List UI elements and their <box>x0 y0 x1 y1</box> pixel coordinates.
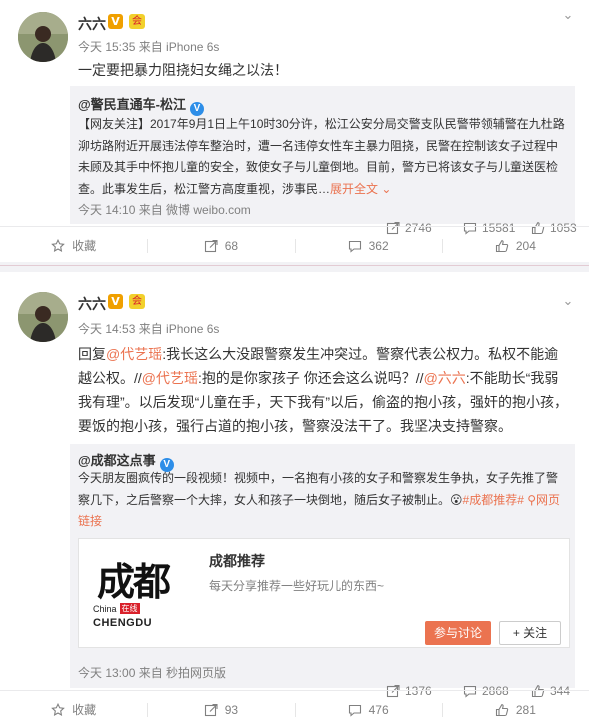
post-text: 回复@代艺瑶:我长这么大没跟警察发生冲突过。警察代表公权力。私权不能逾越公权。/… <box>78 342 569 438</box>
comment-icon <box>348 239 362 253</box>
repost-text: 【网友关注】2017年9月1日上午10时30分许，松江公安分局交警支队民警带领辅… <box>78 117 565 196</box>
post-time[interactable]: 今天 15:35 <box>78 40 135 54</box>
favorite-button[interactable]: 收藏 <box>0 227 147 264</box>
vip-badge-icon: V <box>108 14 123 29</box>
chevron-down-icon[interactable]: ⌄ <box>561 8 575 22</box>
join-discussion-button[interactable]: 参与讨论 <box>425 621 491 645</box>
card-description: 每天分享推荐一些好玩儿的东西~ <box>209 579 385 593</box>
post-meta: 今天 15:35 来自 iPhone 6s <box>78 38 219 55</box>
repost-footer: 今天 13:00 来自 秒拍网页版 1376 2868 344 <box>78 664 570 698</box>
topic-link[interactable]: #成都推荐# <box>463 493 524 507</box>
feed-divider <box>0 262 589 272</box>
post-time[interactable]: 今天 14:53 <box>78 322 135 336</box>
comment-button[interactable]: 362 <box>294 227 442 264</box>
mention-link[interactable]: @代艺瑶 <box>142 370 198 386</box>
username[interactable]: 六六 <box>78 294 106 314</box>
vip-badge-icon: V <box>108 294 123 309</box>
post-meta: 今天 14:53 来自 iPhone 6s <box>78 320 219 337</box>
chevron-down-icon[interactable]: ⌄ <box>561 294 575 308</box>
member-badge-icon: 会 <box>129 14 145 29</box>
repost-source: 来自 秒拍网页版 <box>138 666 227 680</box>
repost-source: 来自 微博 weibo.com <box>138 203 251 217</box>
star-icon <box>51 703 65 717</box>
link-icon: ⚲ <box>527 492 537 507</box>
repost-footer: 今天 14:10 来自 微博 weibo.com 2746 15581 1053 <box>78 201 577 235</box>
chevron-down-icon: ⌄ <box>381 181 392 196</box>
like-icon <box>495 703 509 717</box>
post-source: 来自 iPhone 6s <box>138 322 220 336</box>
user-avatar[interactable] <box>18 12 68 62</box>
like-button[interactable]: 204 <box>441 227 589 264</box>
username[interactable]: 六六 <box>78 14 106 34</box>
repost-box: @警民直通车-松江 V 【网友关注】2017年9月1日上午10时30分许，松江公安… <box>70 86 577 235</box>
mention-link[interactable]: @代艺瑶 <box>106 346 162 362</box>
comment-button[interactable]: 476 <box>294 691 442 728</box>
post-source: 来自 iPhone 6s <box>138 40 220 54</box>
emoji-icon: 😮 <box>450 492 463 507</box>
link-card[interactable]: 成都 China 在线 CHENGDU 成都推荐 每天分享推荐一些好玩儿的东西~… <box>78 538 570 648</box>
forward-button[interactable]: 68 <box>147 227 294 264</box>
repost-author[interactable]: @警民直通车-松江 V <box>78 94 205 116</box>
post-text-segment: 回复 <box>78 346 106 362</box>
post-text: 一定要把暴力阻挠妇女绳之以法！ <box>78 62 288 78</box>
repost-box: @成都这点事 V 今天朋友圈疯传的一段视频！视频中，一名抱有小孩的女子和警察发生争… <box>70 444 575 698</box>
repost-time[interactable]: 今天 14:10 <box>78 203 135 217</box>
action-bar: 收藏 68 362 204 <box>0 226 589 264</box>
forward-button[interactable]: 93 <box>147 691 294 728</box>
comment-icon <box>348 703 362 717</box>
feed-separator-line <box>0 265 589 266</box>
repost-text: 今天朋友圈疯传的一段视频！视频中，一名抱有小孩的女子和警察发生争执，女子先推了警… <box>78 471 561 528</box>
expand-full-text-link[interactable]: 展开全文 ⌄ <box>330 182 391 196</box>
like-icon <box>495 239 509 253</box>
repost-time[interactable]: 今天 13:00 <box>78 666 135 680</box>
star-icon <box>51 239 65 253</box>
card-title[interactable]: 成都推荐 <box>209 551 265 571</box>
weibo-post: 六六 V 会 ⌄ 今天 14:53 来自 iPhone 6s 回复@代艺瑶:我长… <box>0 272 589 728</box>
mention-link[interactable]: @六六 <box>424 370 466 386</box>
forward-icon <box>204 239 218 253</box>
weibo-post: 六六 V 会 ⌄ 今天 15:35 来自 iPhone 6s 一定要把暴力阻挠妇… <box>0 0 589 262</box>
action-bar: 收藏 93 476 281 <box>0 690 589 728</box>
forward-icon <box>204 703 218 717</box>
post-text-segment: :抱的是你家孩子 你还会这么说吗？// <box>198 370 424 386</box>
chengdu-logo: 成都 China 在线 CHENGDU <box>79 539 187 647</box>
user-avatar[interactable] <box>18 292 68 342</box>
member-badge-icon: 会 <box>129 294 145 309</box>
like-button[interactable]: 281 <box>441 691 589 728</box>
favorite-button[interactable]: 收藏 <box>0 691 147 728</box>
follow-button[interactable]: + 关注 <box>499 621 561 645</box>
